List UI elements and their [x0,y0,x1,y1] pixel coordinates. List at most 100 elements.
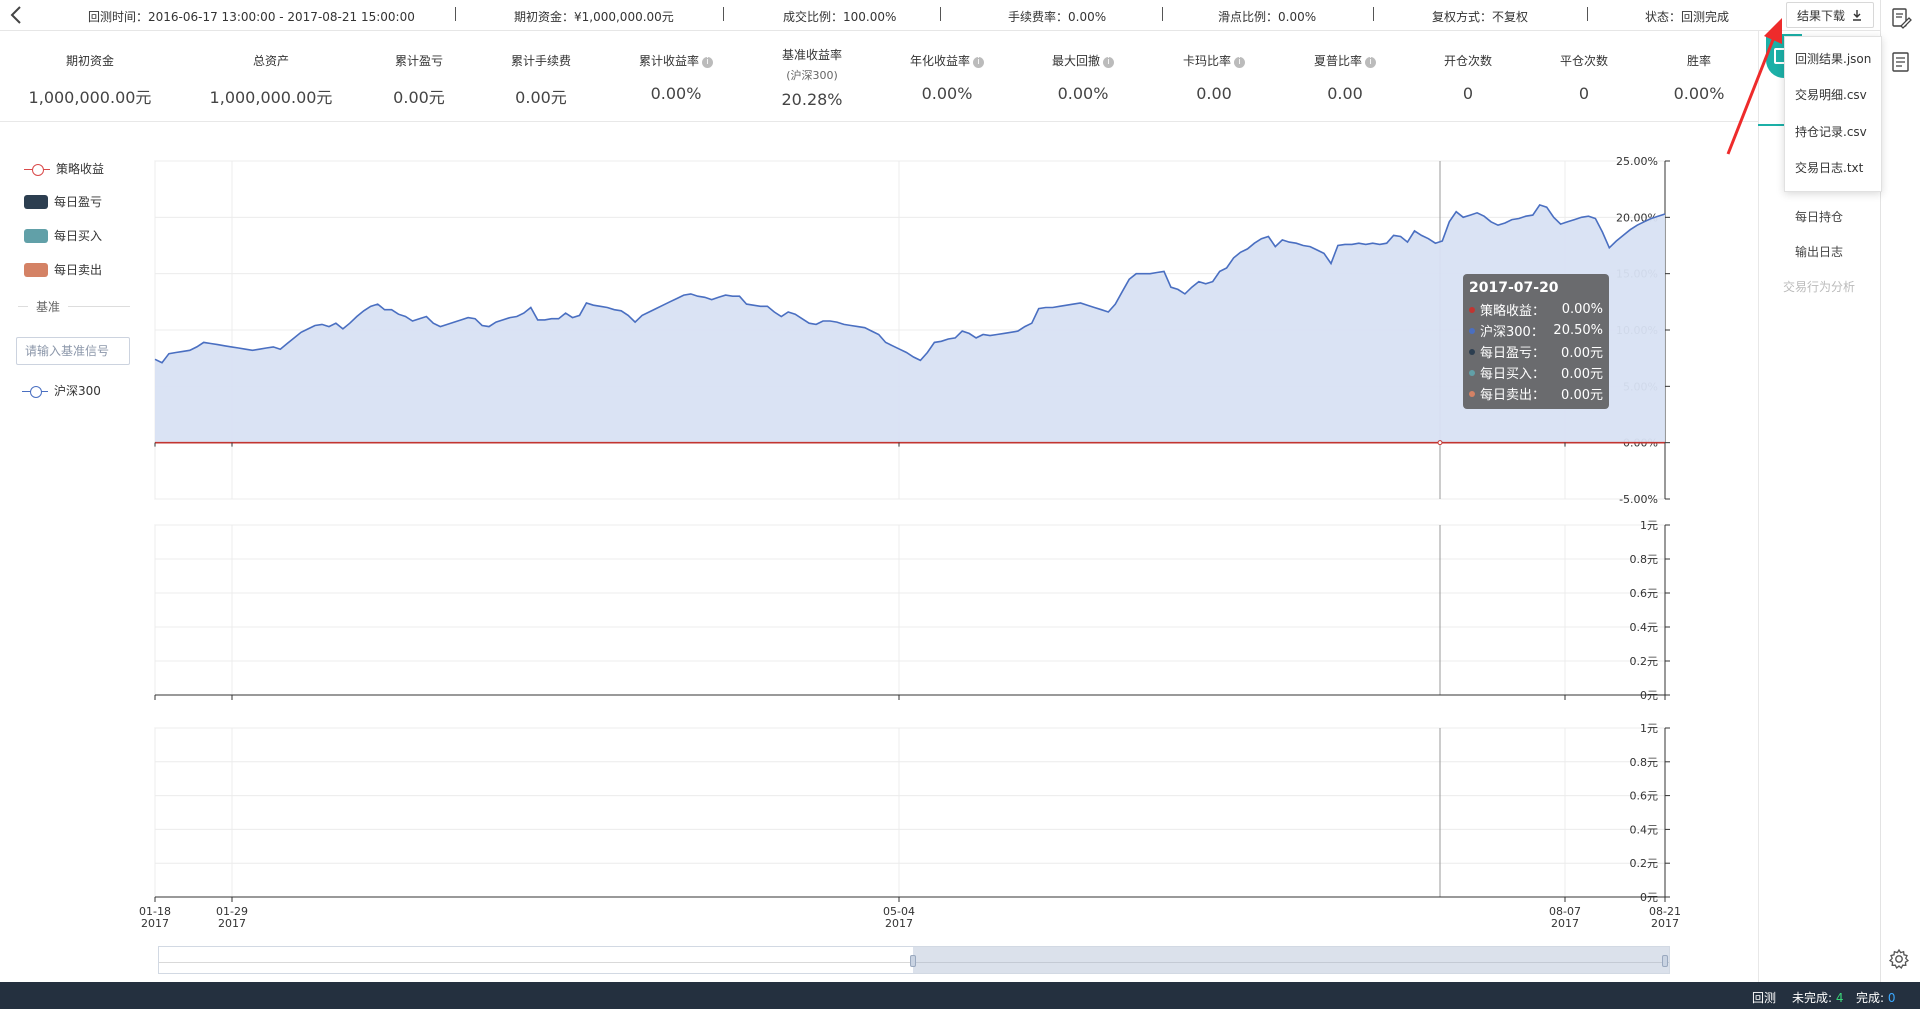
metric-label: 夏普比率 i [1314,52,1377,69]
tooltip-row: 沪深300： 20.50% [1469,320,1603,341]
info-separator [1373,7,1374,21]
status-mode: 回测 [1752,991,1777,1005]
metric-label-text: 卡玛比率 [1182,54,1232,68]
metric-value: 0.00% [921,84,973,103]
info-backtest-time: 回测时间：2016-06-17 13:00:00 - 2017-08-21 15… [88,10,415,24]
panel-frame [154,727,1666,898]
download-option-json[interactable]: 回测结果.json [1795,50,1871,67]
metric-label-text: 最大回撤 [1051,54,1101,68]
download-results-button[interactable]: 结果下载 [1786,2,1874,28]
slider-left-handle[interactable] [910,955,916,967]
metric-value: 1,000,000.00元 [209,88,333,107]
info-separator [455,7,456,21]
metric-label: 累计手续费 [510,54,572,68]
info-icon[interactable]: i [702,57,714,68]
info-initial-capital: 期初资金：¥1,000,000.00元 [514,10,674,24]
side-toolbar [1880,0,1920,982]
slider-selected-window[interactable] [913,947,1669,973]
metric-value: 0 [1578,84,1590,103]
metric-value: 0 [1462,84,1474,103]
info-slippage: 滑点比例：0.00% [1218,10,1317,24]
info-icon[interactable]: i [1234,57,1246,68]
panel-output-log[interactable]: 输出日志 [1758,243,1880,260]
metric-value: 0.00 [1327,84,1363,103]
info-separator [723,7,724,21]
bottom-status-bar: 回测 未完成: 4 完成: 0 [0,982,1920,1009]
metric-label: 胜率 [1686,54,1712,68]
dot-icon [1469,390,1475,397]
metric-label-text: 累计收益率 [638,54,700,68]
status-pending-label: 未完成: [1792,991,1833,1005]
info-icon[interactable]: i [1103,57,1115,68]
metric-value: 0.00元 [393,88,445,107]
metric-label: 平仓次数 [1559,54,1609,68]
panel-frame [154,524,1666,696]
list-document-icon[interactable] [1889,50,1913,74]
info-separator [1162,7,1163,21]
chevron-left-icon [10,6,21,24]
benchmark-area [155,204,1665,443]
x-tick-year: 2017 [1551,917,1579,930]
tooltip-row: 每日卖出： 0.00元 [1469,383,1603,404]
info-status: 状态：回测完成 [1645,10,1730,24]
metric-value: 0.00元 [515,88,567,107]
y-tick-label: 0.8元 [1630,756,1659,769]
dot-icon [1469,306,1475,313]
y-tick-label: 0.4元 [1630,823,1659,836]
metric-value: 0.00% [1057,84,1109,103]
metric-label: 开仓次数 [1443,54,1493,68]
tooltip-row: 每日盈亏： 0.00元 [1469,341,1603,362]
info-icon[interactable]: i [1365,57,1377,68]
x-tick-year: 2017 [141,917,169,930]
download-dropdown-menu: 回测结果.json 交易明细.csv 持仓记录.csv 交易日志.txt [1784,36,1882,192]
backtest-info-bar: 回测时间：2016-06-17 13:00:00 - 2017-08-21 15… [0,0,1920,31]
metrics-divider [0,121,1758,122]
dot-icon [1469,369,1475,376]
settings-gear-icon[interactable] [1888,948,1910,970]
status-pending: 未完成: 4 [1792,989,1844,1006]
y-tick-label: 0.4元 [1630,621,1659,634]
metric-label: 卡玛比率 i [1182,52,1246,69]
panel-trade-behavior-analysis[interactable]: 交易行为分析 [1758,278,1880,295]
dot-icon [1469,348,1475,355]
tooltip-date: 2017-07-20 [1469,280,1559,296]
tooltip-series-value: 0.00元 [1561,388,1603,403]
y-tick-label: 0.8元 [1630,553,1659,566]
tooltip-series-value: 20.50% [1553,323,1603,338]
metric-label-text: 年化收益率 [909,54,971,68]
info-separator [940,7,941,21]
info-adjust-mode: 复权方式：不复权 [1432,10,1529,24]
download-label: 结果下载 [1796,8,1845,23]
tooltip-series-name: 每日卖出： [1480,388,1546,403]
back-button[interactable] [6,4,28,26]
backtest-chart[interactable]: 25.00%20.00%15.00%10.00%5.00%0.00%-5.00%… [0,150,1700,940]
edit-document-icon[interactable] [1889,6,1913,30]
x-tick-year: 2017 [218,917,246,930]
dot-icon [1469,327,1475,334]
y-tick-label: 0.2元 [1630,655,1659,668]
zoom-slider[interactable] [158,946,1670,974]
info-commission: 手续费率：0.00% [1008,10,1107,24]
download-icon [1853,10,1861,21]
metric-label: 累计收益率 i [638,52,714,69]
backtest-result-page: 回测时间：2016-06-17 13:00:00 - 2017-08-21 15… [0,0,1920,1009]
panel-daily-positions[interactable]: 每日持仓 [1758,208,1880,225]
tooltip-row: 策略收益： 0.00% [1469,299,1603,320]
metric-label: 基准收益率 (沪深300) [782,46,842,83]
y-tick-label: -5.00% [1619,493,1658,506]
metric-value: 20.28% [781,90,843,109]
info-separator [1587,7,1588,21]
metric-label-text: 基准收益率 [781,48,843,62]
annotation-arrow-icon [1726,18,1782,155]
download-option-trades-csv[interactable]: 交易明细.csv [1795,86,1867,103]
info-icon[interactable]: i [973,57,985,68]
status-done: 完成: 0 [1856,989,1896,1006]
metric-value: 0.00 [1196,84,1232,103]
status-pending-count: 4 [1835,991,1844,1005]
metric-label: 总资产 [252,54,290,68]
download-option-log-txt[interactable]: 交易日志.txt [1795,159,1863,176]
chart-tooltip: 2017-07-20 策略收益： 0.00% 沪深300： 20.50% 每日盈亏：… [1463,274,1609,409]
download-option-positions-csv[interactable]: 持仓记录.csv [1795,123,1867,140]
y-tick-label: 0.6元 [1630,587,1659,600]
slider-right-handle[interactable] [1662,955,1668,967]
